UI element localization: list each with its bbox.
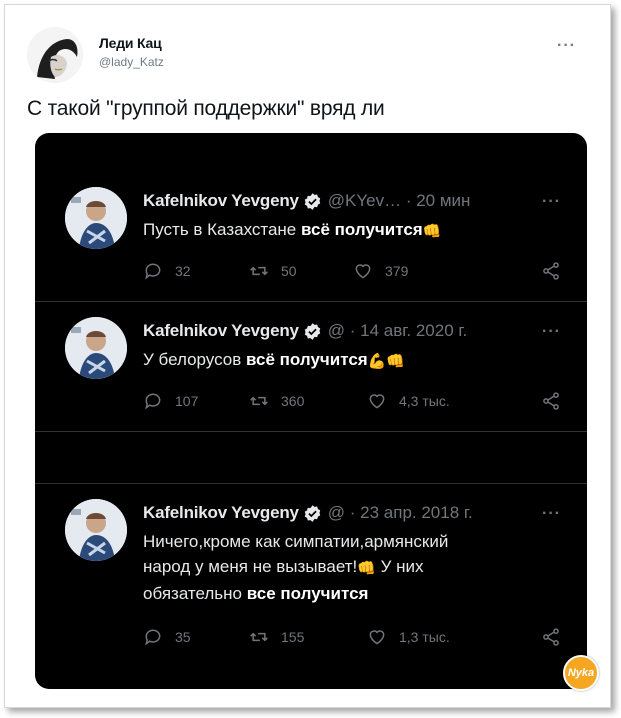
retweet-button[interactable]: 155	[249, 627, 367, 647]
fist-emoji-icon: 👊	[357, 560, 376, 577]
tweet-author-name[interactable]: Kafelnikov Yevgeny	[143, 503, 299, 523]
verified-badge-icon	[304, 192, 321, 210]
tweet-text-line: Ничего,кроме как симпатии,армянский	[143, 532, 449, 551]
tweet-body: Пусть в Казахстане всё получится👊	[143, 217, 441, 244]
tweet-author-name[interactable]: Kafelnikov Yevgeny	[143, 321, 299, 341]
reply-count: 35	[175, 629, 191, 645]
tweet-text-bold: всё получится	[246, 350, 368, 369]
verified-badge-icon	[304, 322, 321, 340]
reply-icon	[145, 629, 161, 646]
divider	[35, 483, 587, 484]
retweet-count: 50	[281, 263, 297, 279]
kafelnikov-avatar	[65, 499, 127, 561]
tweet-author-name[interactable]: Kafelnikov Yevgeny	[143, 191, 299, 211]
tweet-meta[interactable]: @ · 23 апр. 2018 г.	[328, 503, 473, 523]
tweet-body: Ничего,кроме как симпатии,армянский наро…	[143, 529, 448, 606]
tweet-text-line: обязательно все получится	[143, 581, 448, 606]
tweet-actions: 32 50 379	[143, 261, 408, 281]
tweet-text-bold: все получится	[246, 584, 369, 603]
post-text: С такой "группой поддержки" вряд ли	[27, 97, 385, 120]
author-info: Леди Кац @lady_Katz	[99, 35, 164, 69]
tweet-more-icon[interactable]: ···	[542, 193, 561, 211]
tweet-header: Kafelnikov Yevgeny @ · 14 авг. 2020 г.	[143, 321, 467, 341]
retweet-icon	[250, 266, 268, 276]
reply-button[interactable]: 35	[143, 627, 249, 647]
post-header: Леди Кац @lady_Katz	[27, 25, 164, 85]
watermark-logo: Nyka	[563, 655, 599, 691]
heart-icon	[355, 264, 371, 279]
author-name[interactable]: Леди Кац	[99, 35, 164, 51]
tweet-text: народ у меня не вызывает!	[143, 557, 358, 576]
embedded-screenshot: Kafelnikov Yevgeny @KYev… · 20 мин ··· П…	[35, 133, 587, 689]
retweet-count: 155	[281, 629, 305, 645]
like-count: 4,3 тыс.	[399, 393, 450, 409]
tweet-actions: 35 155 1,3 тыс.	[143, 627, 450, 647]
kafelnikov-avatar	[65, 187, 127, 249]
like-count: 1,3 тыс.	[399, 629, 450, 645]
more-options-icon[interactable]: ···	[557, 37, 576, 55]
heart-icon	[369, 394, 385, 409]
divider	[35, 431, 587, 432]
like-button[interactable]: 379	[353, 261, 408, 281]
heart-icon	[369, 630, 385, 645]
retweet-icon	[250, 632, 268, 642]
tweet-text: Пусть в Казахстане	[143, 220, 301, 239]
retweet-icon	[250, 396, 268, 406]
reply-count: 107	[175, 393, 199, 409]
divider	[35, 301, 587, 302]
tweet-meta[interactable]: @KYev… · 20 мин	[328, 191, 471, 211]
tweet-more-icon[interactable]: ···	[542, 323, 561, 341]
fist-emoji-icon: 👊	[422, 223, 442, 240]
tweet-text: обязательно	[143, 584, 247, 603]
tweet-card: Леди Кац @lady_Katz ··· С такой "группой…	[4, 4, 611, 708]
share-icon[interactable]	[541, 391, 561, 411]
tweet-header: Kafelnikov Yevgeny @ · 23 апр. 2018 г.	[143, 503, 473, 523]
share-icon[interactable]	[541, 261, 561, 281]
tweet-body: У белорусов всё получится💪👊	[143, 347, 405, 374]
retweet-button[interactable]: 360	[249, 391, 367, 411]
like-button[interactable]: 4,3 тыс.	[367, 391, 450, 411]
like-button[interactable]: 1,3 тыс.	[367, 627, 450, 647]
kafelnikov-avatar	[65, 317, 127, 379]
reply-button[interactable]: 32	[143, 261, 249, 281]
retweet-count: 360	[281, 393, 305, 409]
author-handle[interactable]: @lady_Katz	[99, 55, 164, 69]
tweet-meta[interactable]: @ · 14 авг. 2020 г.	[328, 321, 467, 341]
tweet-text: У них	[375, 557, 424, 576]
reply-button[interactable]: 107	[143, 391, 249, 411]
like-count: 379	[385, 263, 409, 279]
author-avatar[interactable]	[27, 27, 83, 83]
tweet-more-icon[interactable]: ···	[542, 505, 561, 523]
tweet-header: Kafelnikov Yevgeny @KYev… · 20 мин	[143, 191, 470, 211]
muscle-fist-emoji-icon: 💪👊	[367, 353, 406, 370]
verified-badge-icon	[304, 504, 321, 522]
retweet-button[interactable]: 50	[249, 261, 353, 281]
reply-icon	[145, 263, 161, 280]
reply-icon	[145, 393, 161, 410]
tweet-text-bold: всё получится	[301, 220, 423, 239]
reply-count: 32	[175, 263, 191, 279]
tweet-text-line: народ у меня не вызывает!👊 У них	[143, 554, 448, 581]
share-icon[interactable]	[541, 627, 561, 647]
tweet-actions: 107 360 4,3 тыс.	[143, 391, 450, 411]
tweet-text: У белорусов	[143, 350, 246, 369]
